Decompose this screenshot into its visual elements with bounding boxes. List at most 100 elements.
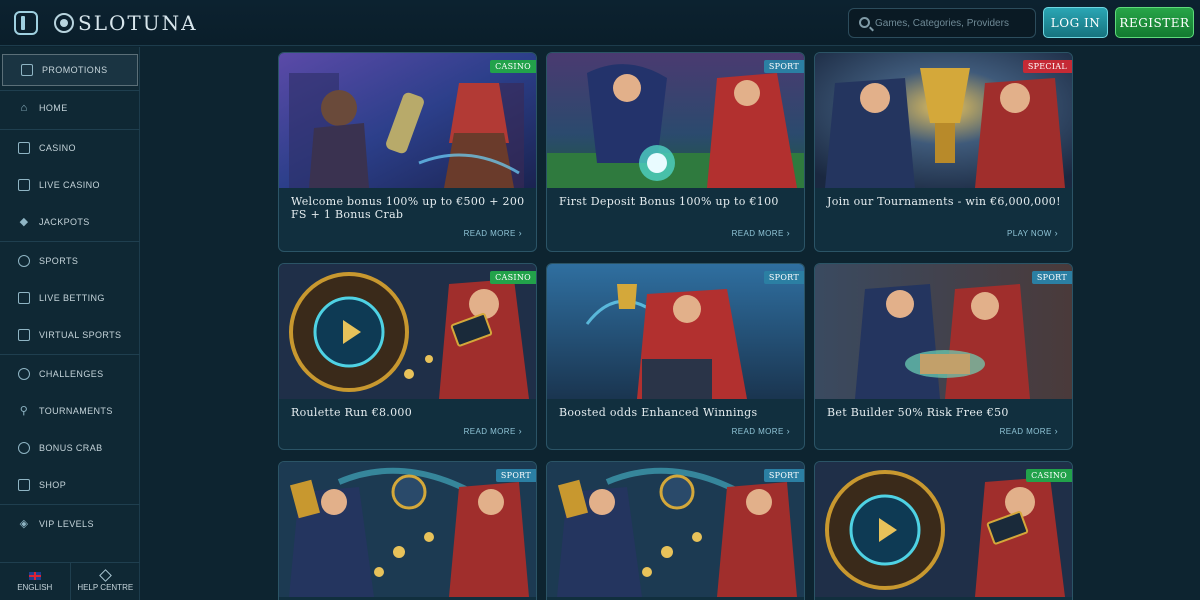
promo-card[interactable]: SPECIAL Join our Tournaments - win €6,00…	[814, 52, 1073, 252]
sidebar-divider	[0, 90, 140, 91]
promo-title: First Deposit Bonus 100% up to €100	[559, 195, 779, 208]
diamond-icon: ◆	[19, 215, 29, 228]
crab-icon	[18, 442, 30, 454]
sidebar-item-label: JACKPOTS	[39, 217, 90, 227]
sidebar-item-label: CHALLENGES	[39, 369, 104, 379]
sidebar-item-tournaments[interactable]: ⚲ TOURNAMENTS	[0, 395, 140, 427]
cards-icon	[18, 179, 30, 191]
promo-banner-image	[279, 462, 536, 597]
shop-icon	[18, 479, 30, 491]
sidebar-item-label: HOME	[39, 103, 68, 113]
sidebar-footer: ENGLISH HELP CENTRE	[0, 562, 140, 600]
category-badge: CASINO	[490, 271, 536, 284]
category-badge: SPORT	[763, 271, 804, 284]
sidebar-item-bonus-crab[interactable]: BONUS CRAB	[0, 432, 140, 464]
promo-title: Welcome bonus 100% up to €500 + 200 FS +…	[291, 195, 525, 221]
promo-card[interactable]: SPORT Boosted odds Enhanced Winnings REA…	[546, 263, 805, 450]
sidebar-item-label: CASINO	[39, 143, 76, 153]
read-more-link[interactable]: READ MORE	[464, 228, 522, 238]
category-badge: SPORT	[763, 469, 804, 482]
promo-banner-image	[547, 462, 804, 597]
vip-gem-icon: ◈	[19, 517, 29, 530]
promo-banner-image	[547, 53, 804, 188]
promo-card[interactable]: SPORT	[278, 461, 537, 600]
search-box[interactable]	[848, 8, 1036, 38]
category-badge: SPORT	[495, 469, 536, 482]
gift-box-icon	[21, 64, 33, 76]
help-label: HELP CENTRE	[77, 583, 134, 592]
category-badge: CASINO	[1026, 469, 1072, 482]
sidebar-divider	[0, 129, 140, 130]
promo-card[interactable]: CASINO	[814, 461, 1073, 600]
promo-title: Join our Tournaments - win €6,000,000!	[827, 195, 1061, 208]
trophy-icon: ⚲	[19, 404, 29, 417]
sidebar-item-vip-levels[interactable]: ◈ VIP LEVELS	[0, 508, 140, 540]
promo-banner-image	[547, 264, 804, 399]
sidebar: PROMOTIONS ⌂ HOME CASINO LIVE CASINO ◆ J…	[0, 47, 140, 600]
read-more-link[interactable]: READ MORE	[732, 228, 790, 238]
sidebar-item-live-casino[interactable]: LIVE CASINO	[0, 169, 140, 201]
sidebar-item-label: LIVE BETTING	[39, 293, 105, 303]
read-more-link[interactable]: READ MORE	[464, 426, 522, 436]
promo-banner-image	[815, 462, 1072, 597]
sidebar-item-label: SPORTS	[39, 256, 79, 266]
sidebar-item-label: PROMOTIONS	[42, 65, 108, 75]
read-more-link[interactable]: READ MORE	[732, 426, 790, 436]
category-badge: CASINO	[490, 60, 536, 73]
logo[interactable]: SLOTUNA	[54, 10, 198, 36]
sidebar-divider	[0, 354, 140, 355]
soccer-ball-icon	[18, 255, 30, 267]
sidebar-item-label: VIRTUAL SPORTS	[39, 330, 122, 340]
sidebar-item-label: BONUS CRAB	[39, 443, 103, 453]
category-badge: SPORT	[763, 60, 804, 73]
sidebar-item-virtual-sports[interactable]: VIRTUAL SPORTS	[0, 319, 140, 351]
sidebar-item-shop[interactable]: SHOP	[0, 469, 140, 501]
language-selector[interactable]: ENGLISH	[0, 563, 70, 600]
read-more-link[interactable]: READ MORE	[1000, 426, 1058, 436]
play-now-link[interactable]: PLAY NOW	[1007, 228, 1058, 238]
sidebar-divider	[0, 241, 140, 242]
help-centre-button[interactable]: HELP CENTRE	[69, 563, 141, 600]
language-label: ENGLISH	[17, 582, 53, 592]
search-icon	[859, 17, 870, 28]
sidebar-item-challenges[interactable]: CHALLENGES	[0, 358, 140, 390]
sidebar-item-label: SHOP	[39, 480, 67, 490]
sidebar-item-label: TOURNAMENTS	[39, 406, 113, 416]
register-button[interactable]: REGISTER	[1115, 7, 1194, 38]
sidebar-item-promotions[interactable]: PROMOTIONS	[2, 54, 138, 86]
promo-card[interactable]: SPORT First Deposit Bonus 100% up to €10…	[546, 52, 805, 252]
sidebar-item-jackpots[interactable]: ◆ JACKPOTS	[0, 206, 140, 238]
logo-text: SLOTUNA	[78, 11, 198, 35]
slot-machine-icon	[18, 142, 30, 154]
search-input[interactable]	[875, 9, 1033, 37]
uk-flag-icon	[28, 571, 41, 580]
live-screen-icon	[18, 292, 30, 304]
medal-icon	[18, 368, 30, 380]
sidebar-item-sports[interactable]: SPORTS	[0, 245, 140, 277]
promo-banner-image	[815, 53, 1072, 188]
category-badge: SPORT	[1031, 271, 1072, 284]
sidebar-item-label: LIVE CASINO	[39, 180, 100, 190]
top-header: SLOTUNA LOG IN REGISTER	[0, 0, 1200, 46]
logo-mark-icon	[54, 13, 74, 33]
virtual-screen-icon	[18, 329, 30, 341]
promo-banner-image	[279, 53, 536, 188]
sidebar-item-home[interactable]: ⌂ HOME	[0, 92, 140, 124]
sidebar-toggle-icon[interactable]	[14, 11, 38, 35]
sidebar-item-label: VIP LEVELS	[39, 519, 94, 529]
promo-card[interactable]: CASINO Roulette Run €8.000 READ MORE	[278, 263, 537, 450]
sidebar-divider	[0, 504, 140, 505]
home-icon: ⌂	[20, 101, 28, 114]
promo-title: Bet Builder 50% Risk Free €50	[827, 406, 1009, 419]
promo-card[interactable]: SPORT	[546, 461, 805, 600]
promo-card[interactable]: CASINO Welcome bonus 100% up to €500 + 2…	[278, 52, 537, 252]
sidebar-item-live-betting[interactable]: LIVE BETTING	[0, 282, 140, 314]
login-button[interactable]: LOG IN	[1043, 7, 1108, 38]
sidebar-item-casino[interactable]: CASINO	[0, 132, 140, 164]
promo-card[interactable]: SPORT Bet Builder 50% Risk Free €50 READ…	[814, 263, 1073, 450]
promo-banner-image	[815, 264, 1072, 399]
promo-title: Roulette Run €8.000	[291, 406, 413, 419]
promo-title: Boosted odds Enhanced Winnings	[559, 406, 758, 419]
promo-banner-image	[279, 264, 536, 399]
category-badge: SPECIAL	[1022, 60, 1072, 73]
